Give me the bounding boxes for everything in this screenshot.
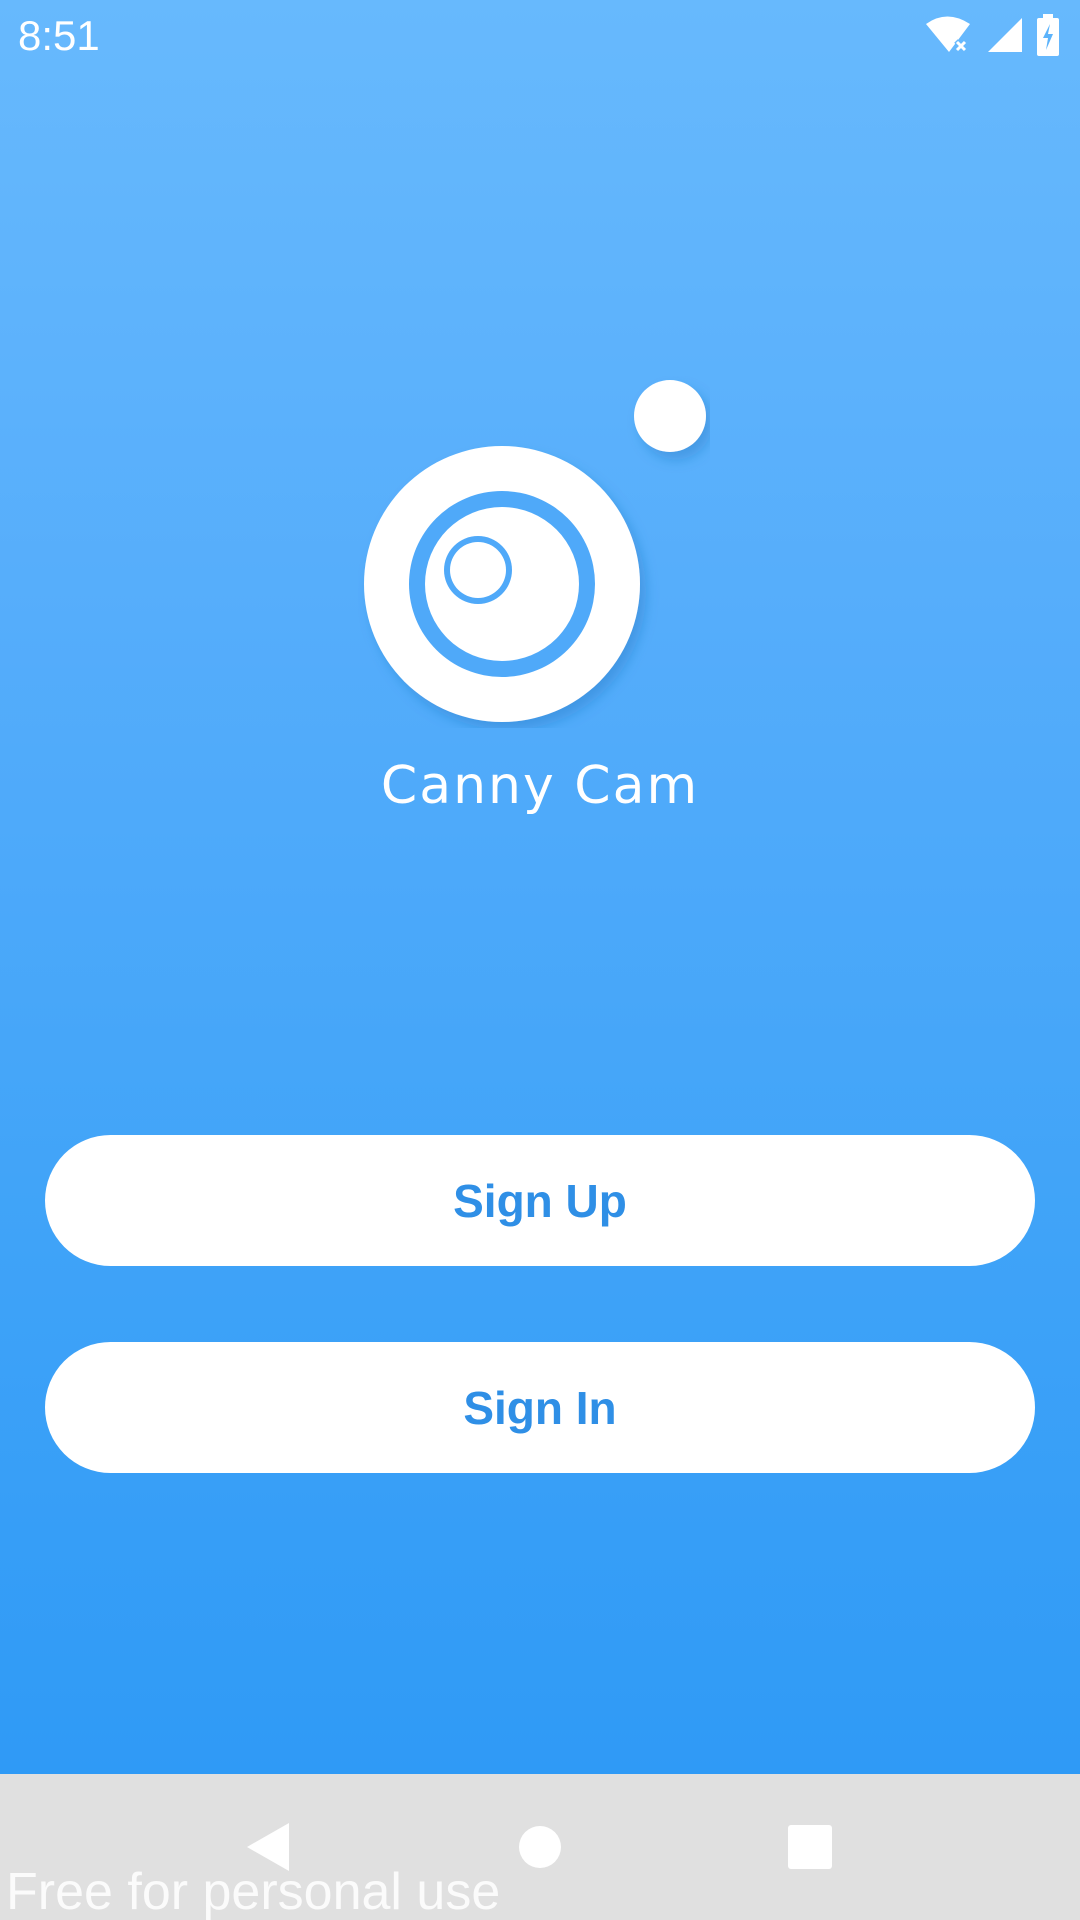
app-background <box>0 0 1080 1774</box>
watermark: Free for personal use <box>6 1863 501 1920</box>
home-icon[interactable] <box>512 1819 568 1875</box>
camera-logo-icon <box>358 376 710 728</box>
wifi-off-icon <box>924 15 974 55</box>
status-icons <box>924 14 1060 56</box>
battery-charging-icon <box>1036 14 1060 56</box>
sign-in-button[interactable]: Sign In <box>45 1342 1035 1473</box>
recents-icon[interactable] <box>782 1819 838 1875</box>
sign-up-button[interactable]: Sign Up <box>45 1135 1035 1266</box>
status-bar: 8:51 <box>0 0 1080 72</box>
status-time: 8:51 <box>18 12 100 59</box>
app-name: Canny Cam <box>380 756 700 816</box>
screen: 8:51 Canny Cam Sign Up Sign In Free for … <box>0 0 1080 1920</box>
signal-icon <box>986 16 1024 54</box>
